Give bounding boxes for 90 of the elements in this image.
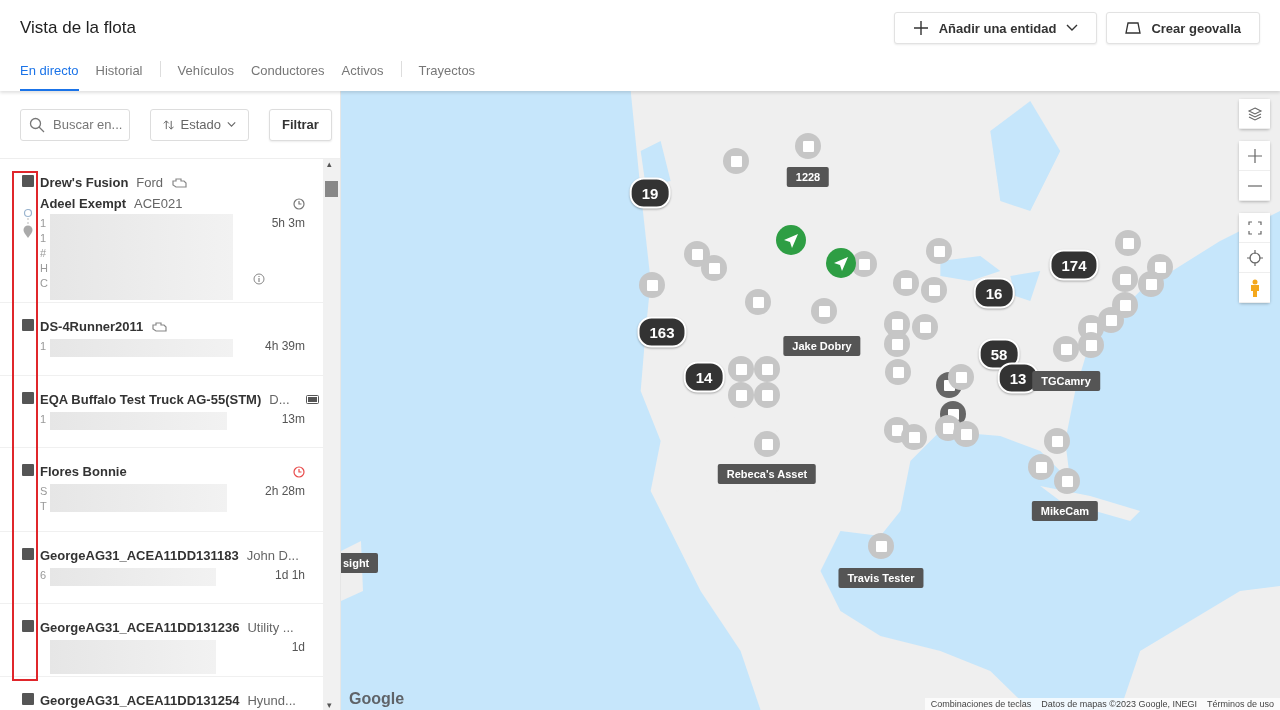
zoom-out-button[interactable] <box>1239 171 1270 201</box>
elapsed-time: 1d 1h <box>274 568 305 582</box>
vehicle-detail: D... <box>269 392 290 407</box>
nav-tab[interactable]: Conductores <box>250 51 325 91</box>
attribution-link[interactable]: Términos de uso <box>1206 699 1274 709</box>
status-square-icon <box>22 319 34 331</box>
address-fragment: # <box>40 246 48 261</box>
map-logo: Google <box>349 690 405 708</box>
vehicle-list-item[interactable]: DS-4Runner2011 1 4h 39m <box>0 303 323 376</box>
header-button[interactable]: Crear geovalla <box>1106 12 1260 44</box>
address-fragment: 1 <box>40 339 48 354</box>
plus-icon <box>1247 148 1262 163</box>
chevron-down-icon <box>226 121 236 128</box>
elapsed-time: 1d <box>291 640 305 654</box>
attribution-link[interactable]: Combinaciones de teclas <box>930 699 1032 709</box>
status-square-icon <box>22 392 34 404</box>
marker-label[interactable]: Jake Dobry <box>783 336 861 356</box>
vehicle-name: GeorgeAG31_ACEA11DD131236 <box>40 620 240 635</box>
elapsed-time: 2h 28m <box>264 484 305 498</box>
vehicle-name: GeorgeAG31_ACEA11DD131254 <box>40 693 240 708</box>
pegman-button[interactable] <box>1239 273 1270 303</box>
scrollbar[interactable]: ▴ ▾ <box>323 159 340 710</box>
vehicle-name: DS-4Runner2011 <box>40 319 144 334</box>
plus-icon <box>912 20 929 36</box>
status-square-icon <box>22 464 34 476</box>
address-fragment: H <box>40 261 49 276</box>
minus-icon <box>1247 184 1262 187</box>
status-square-icon <box>22 620 34 632</box>
status-square-icon <box>22 693 34 705</box>
vehicle-name: Drew's Fusion <box>40 175 129 190</box>
chevron-down-icon <box>1066 24 1079 32</box>
elapsed-time: 4h 39m <box>264 339 305 353</box>
filter-button[interactable]: Filtrar <box>269 108 332 141</box>
layers-icon <box>1246 105 1263 122</box>
search-icon <box>29 116 45 133</box>
driver-code: ACE021 <box>134 196 183 211</box>
marker-label[interactable]: TGCamry <box>1032 371 1100 391</box>
vehicle-detail: Hyund... <box>247 693 296 708</box>
vehicle-marker[interactable] <box>826 248 856 278</box>
search-field[interactable]: Buscar en... <box>20 108 130 141</box>
vehicle-marker[interactable] <box>776 225 806 255</box>
marker-label[interactable]: Rebeca's Asset <box>717 464 817 484</box>
scroll-thumb[interactable] <box>325 181 338 197</box>
nav-tab[interactable]: Vehículos <box>177 51 234 91</box>
page-title: Vista de la flota <box>20 18 136 38</box>
address-fragment: S <box>40 484 49 499</box>
vehicle-detail: Utility ... <box>247 620 294 635</box>
vehicle-list-item[interactable]: GeorgeAG31_ACEA11DD131236 Utility ... 1d <box>0 604 323 677</box>
fullscreen-button[interactable] <box>1239 213 1270 243</box>
nav-tab[interactable]: En directo <box>20 51 79 91</box>
vehicle-list-item[interactable]: Flores Bonnie S T 2h 28m <box>0 448 323 532</box>
vehicle-detail: John D... <box>246 548 299 563</box>
fullscreen-icon <box>1247 220 1262 235</box>
layers-button[interactable] <box>1239 99 1270 129</box>
scroll-down-arrow[interactable]: ▾ <box>327 700 332 710</box>
header-button[interactable]: Añadir una entidad <box>893 12 1098 44</box>
crosshair-icon <box>1246 249 1263 266</box>
scroll-up-arrow[interactable]: ▴ <box>327 159 332 169</box>
marker-label[interactable]: sight <box>341 553 379 573</box>
vehicle-list-item[interactable]: GeorgeAG31_ACEA11DD131183 John D... 6 1d 1h <box>0 532 323 604</box>
vehicle-detail: Ford <box>136 175 164 190</box>
address-fragment: C <box>40 276 49 291</box>
vehicle-name: GeorgeAG31_ACEA11DD131183 <box>40 548 239 563</box>
sort-dropdown[interactable]: Estado <box>150 108 249 141</box>
address-fragment: T <box>40 499 48 514</box>
marker-label[interactable]: 1228 <box>786 167 830 187</box>
nav-tab[interactable]: Trayectos <box>418 51 476 91</box>
elapsed-time: 5h 3m <box>271 216 305 230</box>
polygon-icon <box>1125 21 1142 35</box>
person-figure-icon <box>1249 278 1260 297</box>
vehicle-list-item[interactable]: Drew's Fusion Ford Adeel Exempt ACE021 1 1 # H C 5h 3m <box>0 159 323 303</box>
sort-icon <box>163 117 175 132</box>
nav-tab[interactable]: Historial <box>95 51 143 91</box>
vehicle-list-item[interactable]: EQA Buffalo Test Truck AG-55(STM) D... 1 13m <box>0 376 323 448</box>
address-fragment: 6 <box>40 568 48 583</box>
address-fragment: 1 <box>40 412 48 427</box>
attribution-link[interactable]: Datos de mapas ©2023 Google, INEGI <box>1041 699 1197 709</box>
address-fragment: 1 <box>40 216 48 231</box>
status-square-icon <box>22 548 34 560</box>
driver-name: Adeel Exempt <box>40 196 126 211</box>
elapsed-time: 13m <box>281 412 305 426</box>
vehicle-name: EQA Buffalo Test Truck AG-55(STM) <box>40 392 262 407</box>
locate-button[interactable] <box>1239 243 1270 273</box>
status-square-icon <box>22 175 34 187</box>
marker-label[interactable]: Travis Tester <box>838 568 924 588</box>
zoom-in-button[interactable] <box>1239 141 1270 171</box>
vehicle-name: Flores Bonnie <box>40 464 127 479</box>
address-fragment: 1 <box>40 231 48 246</box>
nav-tab[interactable]: Activos <box>341 51 384 91</box>
marker-label[interactable]: MikeCam <box>1031 501 1099 521</box>
